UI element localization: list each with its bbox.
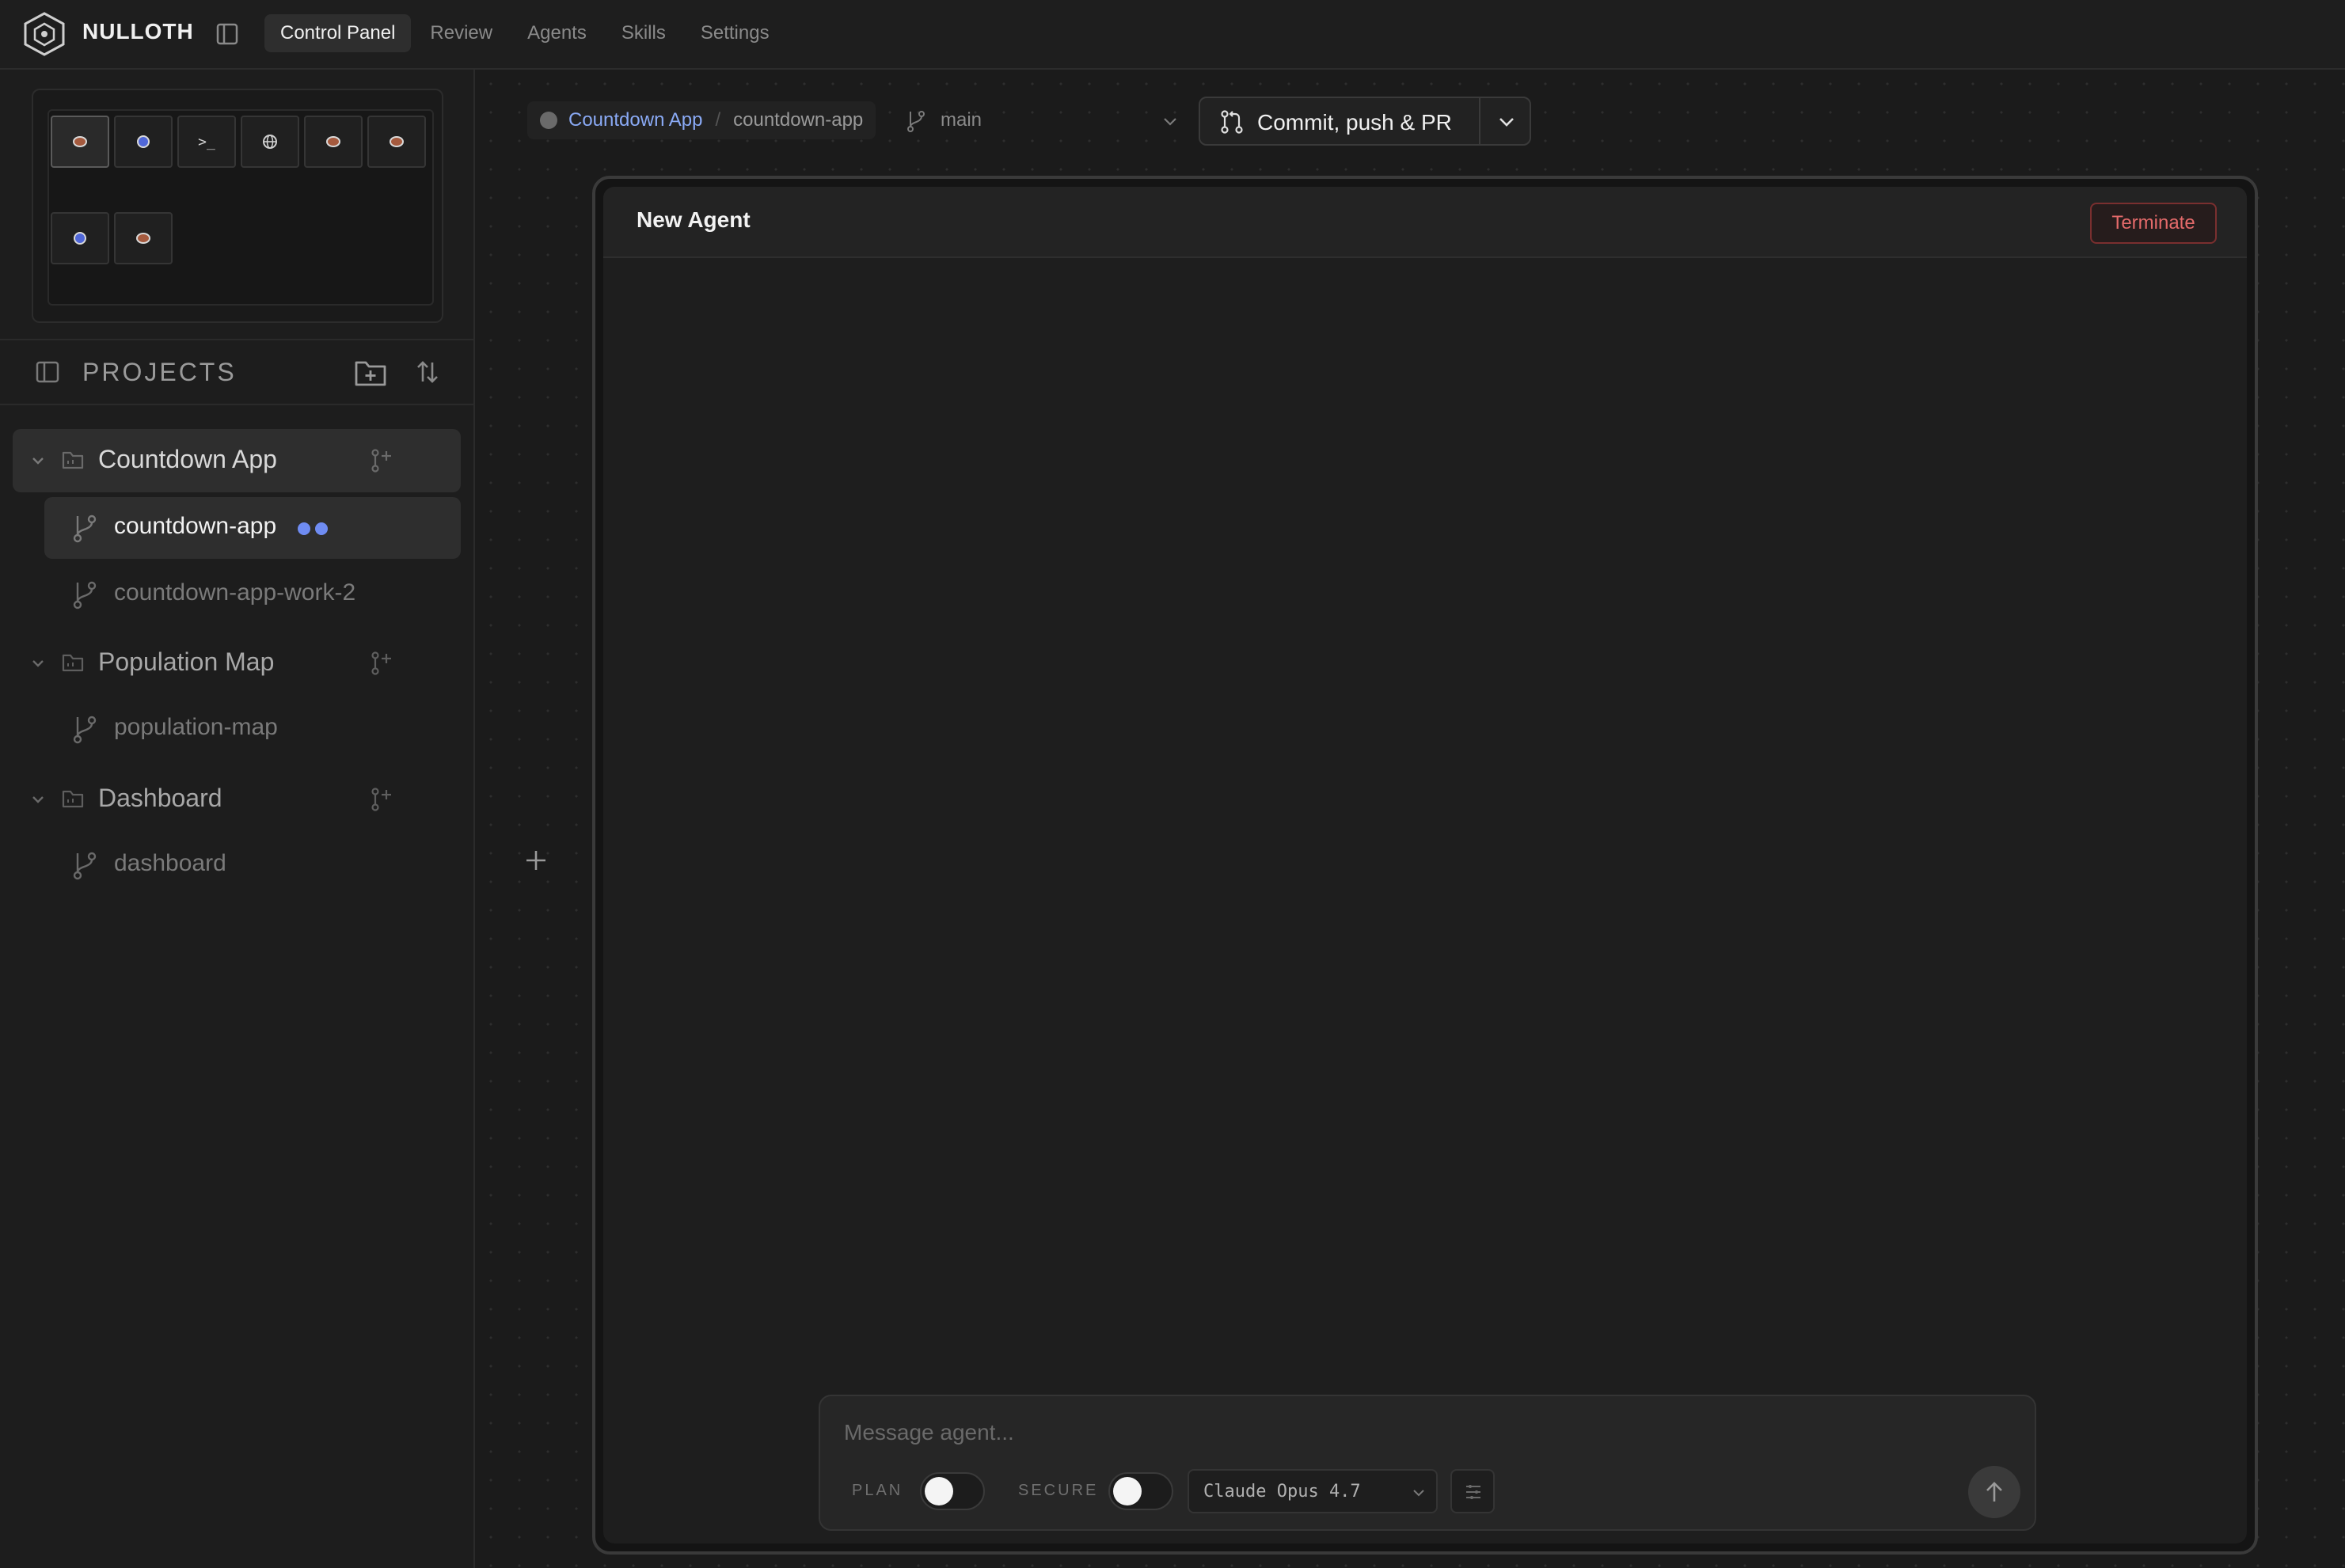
projects-title: PROJECTS [82,358,237,386]
git-branch-icon [73,852,97,880]
top-bar: NULLOTH Control Panel Review Agents Skil… [0,0,2345,70]
minimap-browser-tile[interactable] [241,116,299,168]
tab-agents[interactable]: Agents [511,14,602,52]
chevron-down-icon [1413,1490,1424,1497]
message-input[interactable] [844,1414,1952,1452]
branch-selector[interactable]: main [941,109,982,131]
workspace-name: dashboard [114,850,226,876]
new-branch-icon[interactable] [369,651,393,676]
minimap-agent-tile[interactable] [367,116,426,168]
secure-toggle[interactable] [1108,1472,1173,1510]
breadcrumb-separator: / [715,109,721,131]
send-button[interactable] [1968,1466,2020,1518]
list-settings-icon [1466,1485,1480,1499]
chevron-down-icon[interactable] [30,655,46,671]
plan-label: PLAN [852,1482,903,1499]
commit-button-label: Commit, push & PR [1257,110,1452,135]
minimap-agent-tile[interactable] [51,212,109,264]
new-branch-icon[interactable] [369,787,393,812]
globe-icon [263,135,277,149]
options-button[interactable] [1450,1469,1495,1513]
model-select[interactable]: Claude Opus 4.7 [1188,1469,1438,1513]
breadcrumb-project-link[interactable]: Countdown App [568,109,702,131]
folder-icon [62,451,84,469]
agent-blue-icon [137,135,150,148]
minimap-viewport[interactable]: >_ [48,109,434,306]
model-name: Claude Opus 4.7 [1203,1482,1361,1502]
secure-label: SECURE [1018,1482,1099,1499]
workspace-row-countdown-app[interactable]: countdown-app [44,497,461,559]
arrow-up-icon [1986,1482,2002,1502]
workspace-row-countdown-app-work-2[interactable]: countdown-app-work-2 [44,564,461,625]
tab-review[interactable]: Review [414,14,508,52]
toggle-knob [925,1477,953,1505]
minimap-agent-tile[interactable] [304,116,363,168]
terminal-icon: >_ [198,133,215,150]
chevron-down-icon[interactable] [1162,116,1178,128]
project-name: Countdown App [98,445,277,473]
project-row-population-map[interactable]: Population Map [13,632,461,695]
sidebar: >_ PROJECTS Countdown App countdown-app … [0,70,475,1568]
divider [1479,98,1480,144]
minimap-agent-tile[interactable] [51,116,109,168]
nulloth-logo-icon [24,12,65,56]
chevron-down-icon[interactable] [1498,116,1515,128]
agent-title: New Agent [637,207,751,232]
git-branch-icon [907,111,925,132]
tab-settings[interactable]: Settings [685,14,785,52]
pull-request-icon [1221,110,1243,134]
folder-icon [62,654,84,672]
add-folder-icon[interactable] [353,356,388,388]
chevron-down-icon[interactable] [30,453,46,469]
panel-icon[interactable] [35,359,60,385]
git-branch-icon [73,514,97,543]
agent-panel: New Agent Terminate PLAN SECURE Claude O… [603,187,2247,1543]
plan-toggle[interactable] [920,1472,985,1510]
message-composer: PLAN SECURE Claude Opus 4.7 [819,1395,2036,1531]
canvas-minimap[interactable]: >_ [32,89,443,323]
agent-status-dots [298,522,328,535]
main-nav: Control Panel Review Agents Skills Setti… [264,14,789,52]
workspace-row-population-map[interactable]: population-map [44,698,461,760]
minimap-agent-tile[interactable] [114,116,173,168]
minimap-terminal-tile[interactable]: >_ [177,116,236,168]
tab-skills[interactable]: Skills [606,14,682,52]
workspace-row-dashboard[interactable]: dashboard [44,834,461,896]
breadcrumb: Countdown App / countdown-app [527,101,876,139]
agent-blue-icon [74,232,86,245]
toggle-knob [1113,1477,1142,1505]
git-branch-icon [73,581,97,609]
sidebar-toggle-icon[interactable] [215,22,239,46]
agent-orange-icon [136,233,150,244]
git-branch-icon [73,716,97,744]
workspace-name: countdown-app-work-2 [114,579,356,606]
commit-push-pr-button[interactable]: Commit, push & PR [1199,97,1531,146]
terminate-button[interactable]: Terminate [2090,203,2217,244]
tab-control-panel[interactable]: Control Panel [264,14,412,52]
projects-header: PROJECTS [0,339,475,405]
project-status-dot [540,112,557,129]
agent-window: New Agent Terminate PLAN SECURE Claude O… [592,176,2258,1555]
workspace-name: countdown-app [114,513,277,539]
workspace-name: population-map [114,714,278,740]
agent-canvas[interactable]: Countdown App / countdown-app main Commi… [477,70,2345,1568]
project-name: Dashboard [98,784,222,812]
project-row-countdown-app[interactable]: Countdown App [13,429,461,492]
brand-name: NULLOTH [82,19,194,44]
chevron-down-icon[interactable] [30,792,46,807]
minimap-agent-tile[interactable] [114,212,173,264]
sort-icon[interactable] [415,358,440,386]
project-name: Population Map [98,647,275,676]
new-branch-icon[interactable] [369,448,393,473]
agent-orange-icon [73,136,87,147]
agent-orange-icon [326,136,340,147]
agent-header[interactable]: New Agent Terminate [603,187,2247,258]
project-row-dashboard[interactable]: Dashboard [13,768,461,831]
breadcrumb-workspace: countdown-app [733,109,864,131]
folder-icon [62,790,84,808]
agent-orange-icon [390,136,404,147]
add-agent-icon[interactable] [524,849,548,872]
